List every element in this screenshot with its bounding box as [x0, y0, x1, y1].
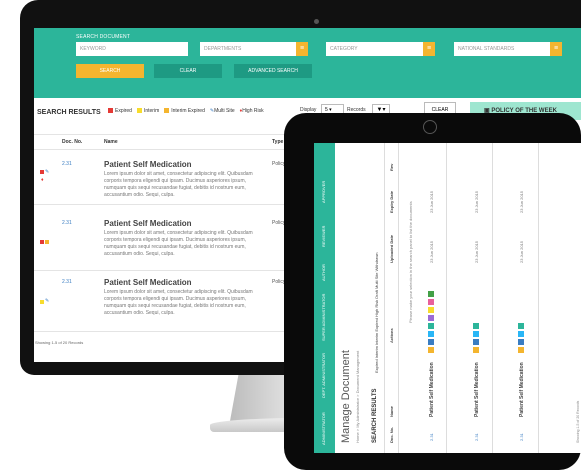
- view-action-icon[interactable]: [473, 339, 479, 345]
- search-header: SEARCH DOCUMENT KEYWORD DEPARTMENTS ≡ CA…: [34, 28, 581, 98]
- document-description: Lorem ipsum dolor sit amet, consectetur …: [104, 289, 253, 316]
- legend-interim-expired: Interim Expired: [164, 108, 205, 114]
- keyword-input[interactable]: KEYWORD: [76, 42, 188, 56]
- document-title[interactable]: Patient Self Medication: [474, 362, 480, 417]
- expired-icon: [40, 170, 44, 174]
- doc-number[interactable]: 2.31: [62, 279, 72, 285]
- info-action-icon[interactable]: [428, 331, 434, 337]
- standards-dropdown-button[interactable]: ≡: [550, 42, 562, 56]
- share-action-icon[interactable]: [428, 299, 434, 305]
- records-count: Showing 1-5 of 20 Records: [35, 340, 84, 345]
- check-action-icon[interactable]: [428, 291, 434, 297]
- approve-action-icon[interactable]: [518, 323, 524, 329]
- column-actions[interactable]: Actions: [389, 328, 394, 343]
- legend-expired: Expired: [108, 108, 132, 114]
- doc-number[interactable]: 2.31: [474, 433, 479, 441]
- tablet-camera: [423, 120, 437, 134]
- status-legend: Expired Interim Interim Expired ✎Multi S…: [108, 108, 264, 114]
- departments-select[interactable]: DEPARTMENTS: [200, 42, 296, 56]
- uploaded-date: 23 Jun 2015: [429, 240, 434, 263]
- column-doc-no[interactable]: Doc. No.: [389, 427, 394, 443]
- view-action-icon[interactable]: [428, 339, 434, 345]
- document-description: Lorem ipsum dolor sit amet, consectetur …: [104, 171, 253, 198]
- legend-multi-site: ✎Multi Site: [209, 108, 235, 114]
- legend-interim: Interim: [136, 108, 159, 114]
- expired-icon: [40, 240, 44, 244]
- column-uploaded-date[interactable]: Uploaded Date: [389, 235, 394, 263]
- info-action-icon[interactable]: [518, 331, 524, 337]
- column-expiry-date[interactable]: Expiry Date: [389, 191, 394, 213]
- sidebar-item-super-administrator[interactable]: SUPER ADMINISTRATOR: [321, 294, 326, 341]
- sidebar-item-reviewer[interactable]: REVIEWER: [321, 226, 326, 247]
- status-legend: Expired Interim Interim Expired High Ris…: [374, 252, 379, 373]
- uploaded-date: 23 Jun 2015: [519, 240, 524, 263]
- doc-number[interactable]: 2.31: [62, 161, 72, 167]
- tablet-screen: ADMINISTRATOR DEPT. ADMINISTRATOR SUPER …: [314, 143, 581, 453]
- tablet-frame: ADMINISTRATOR DEPT. ADMINISTRATOR SUPER …: [284, 113, 581, 470]
- row-divider: [538, 143, 539, 453]
- header-divider-bottom: [398, 143, 399, 453]
- row-divider: [446, 143, 447, 453]
- edit-action-icon[interactable]: [518, 347, 524, 353]
- header-divider: [384, 143, 385, 453]
- document-title[interactable]: Patient Self Medication: [104, 219, 192, 228]
- departments-dropdown-button[interactable]: ≡: [296, 42, 308, 56]
- column-name[interactable]: Name: [389, 406, 394, 417]
- doc-number[interactable]: 2.31: [62, 220, 72, 226]
- column-name[interactable]: Name: [104, 139, 118, 145]
- doc-number[interactable]: 2.31: [429, 433, 434, 441]
- info-action-icon[interactable]: [473, 331, 479, 337]
- edit-action-icon[interactable]: [473, 347, 479, 353]
- search-button[interactable]: SEARCH: [76, 64, 144, 78]
- interim-expired-swatch-icon: [164, 108, 170, 114]
- expiry-date: 23 Jun 2015: [474, 190, 479, 213]
- document-title[interactable]: Patient Self Medication: [519, 362, 525, 417]
- records-count: Showing 1-5 of 20 Records: [576, 400, 580, 443]
- document-description: Lorem ipsum dolor sit amet, consectetur …: [104, 230, 253, 257]
- tablet-role-sidebar: ADMINISTRATOR DEPT. ADMINISTRATOR SUPER …: [314, 143, 335, 453]
- high-risk-icon: ♦: [41, 177, 44, 183]
- breadcrumb[interactable]: Home > My Administrator > Document Manag…: [355, 351, 360, 443]
- multi-site-icon: ✎: [45, 298, 50, 304]
- column-type[interactable]: Type: [272, 139, 283, 145]
- column-rev[interactable]: Rev: [389, 164, 394, 171]
- row-divider: [492, 143, 493, 453]
- document-title[interactable]: Patient Self Medication: [104, 278, 192, 287]
- search-document-label: SEARCH DOCUMENT: [76, 34, 131, 40]
- approve-action-icon[interactable]: [473, 323, 479, 329]
- national-standards-select[interactable]: NATIONAL STANDARDS: [454, 42, 550, 56]
- legend-high-risk: ♦High Risk: [239, 108, 264, 114]
- doc-number[interactable]: 2.31: [519, 433, 524, 441]
- column-doc-no[interactable]: Doc. No.: [62, 139, 82, 145]
- interim-swatch-icon: [136, 108, 142, 114]
- expiry-date: 23 Jun 2015: [429, 190, 434, 213]
- sidebar-item-administrator[interactable]: ADMINISTRATOR: [321, 412, 326, 445]
- sidebar-item-approver[interactable]: APPROVER: [321, 181, 326, 203]
- edit-action-icon[interactable]: [428, 347, 434, 353]
- category-dropdown-button[interactable]: ≡: [423, 42, 435, 56]
- page-title: Manage Document: [340, 350, 352, 443]
- expiry-date: 23 Jun 2015: [519, 190, 524, 213]
- advanced-search-button[interactable]: ADVANCED SEARCH: [234, 64, 312, 78]
- search-results-title: SEARCH RESULTS: [372, 388, 378, 443]
- uploaded-date: 23 Jun 2015: [474, 240, 479, 263]
- sidebar-item-author[interactable]: AUTHOR: [321, 264, 326, 281]
- document-title[interactable]: Patient Self Medication: [104, 160, 192, 169]
- sidebar-item-dept-administrator[interactable]: DEPT. ADMINISTRATOR: [321, 353, 326, 398]
- history-action-icon[interactable]: [428, 315, 434, 321]
- webcam-dot: [314, 19, 319, 24]
- interim-icon: [40, 300, 44, 304]
- multi-site-icon: ✎: [45, 169, 50, 175]
- clear-button[interactable]: CLEAR: [154, 64, 222, 78]
- selection-note: Please make your selection in the search…: [408, 201, 413, 323]
- approve-action-icon[interactable]: [428, 323, 434, 329]
- interim-expired-icon: [45, 240, 49, 244]
- view-action-icon[interactable]: [518, 339, 524, 345]
- tablet-rotated-content: ADMINISTRATOR DEPT. ADMINISTRATOR SUPER …: [314, 143, 581, 453]
- download-action-icon[interactable]: [428, 307, 434, 313]
- search-results-title: SEARCH RESULTS: [37, 109, 101, 116]
- category-select[interactable]: CATEGORY: [326, 42, 423, 56]
- document-title[interactable]: Patient Self Medication: [429, 362, 435, 417]
- expired-swatch-icon: [108, 108, 113, 114]
